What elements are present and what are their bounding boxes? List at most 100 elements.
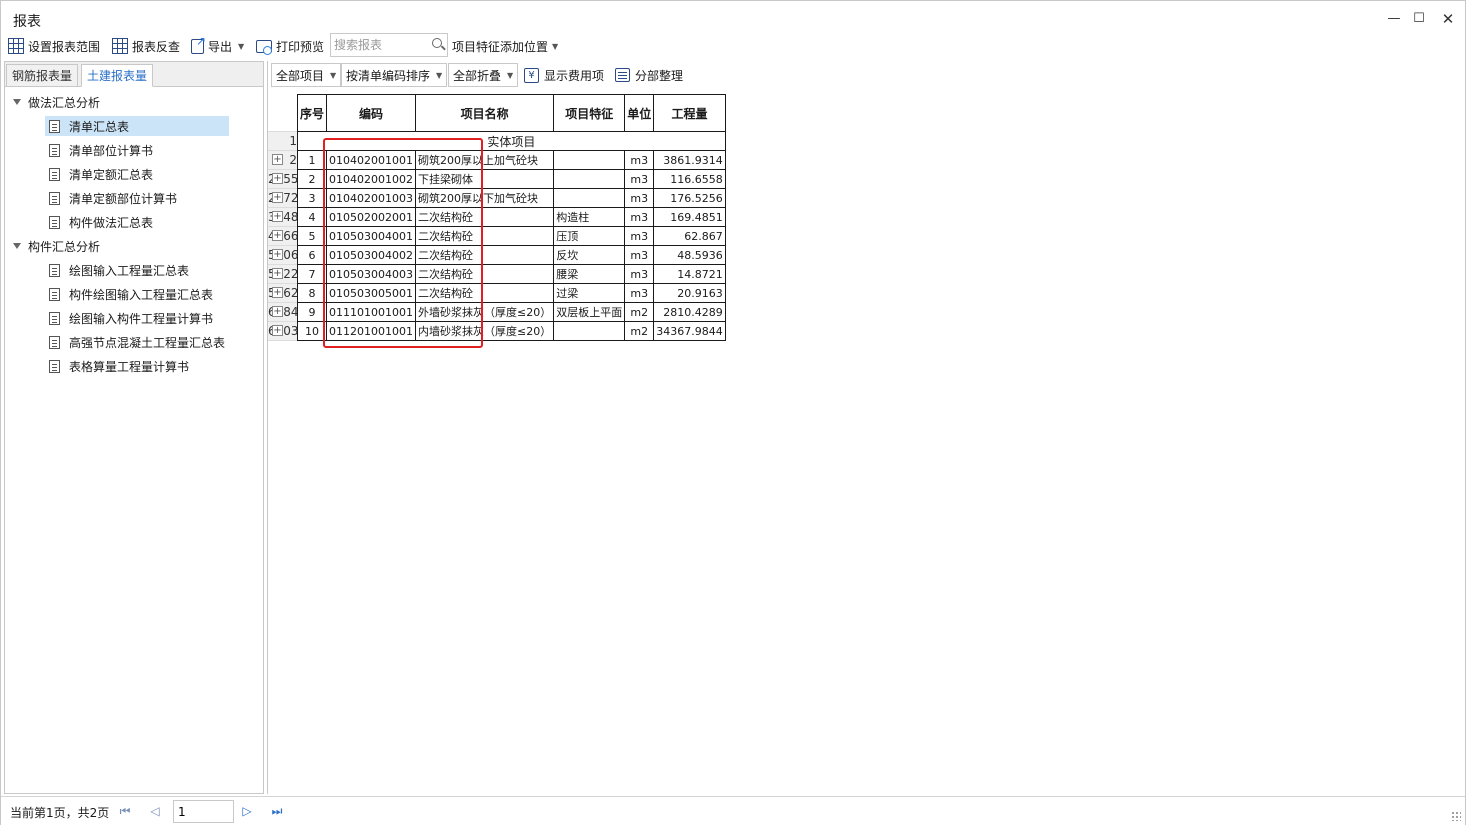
tree-item-bill-summary[interactable]: 清单汇总表 bbox=[45, 116, 229, 136]
cell-quantity[interactable]: 3861.9314 bbox=[653, 150, 726, 170]
cell-feature[interactable] bbox=[553, 321, 626, 341]
cell-code[interactable]: 011201001001 bbox=[326, 321, 416, 341]
show-fee-items-button[interactable]: ¥ 显示费用项 bbox=[524, 64, 604, 86]
tree-item-drawing-input-summary[interactable]: 绘图输入工程量汇总表 bbox=[45, 260, 197, 280]
next-page-icon[interactable]: ▷ bbox=[239, 803, 255, 819]
expand-triangle-icon[interactable] bbox=[13, 99, 21, 105]
expand-plus-icon[interactable]: + bbox=[272, 287, 283, 298]
cell-no[interactable]: +9 bbox=[272, 302, 328, 322]
cell-code[interactable]: 010503004001 bbox=[326, 226, 416, 246]
cell-no[interactable]: +4 bbox=[272, 207, 328, 227]
table-row[interactable]: +10 011201001001 内墙砂浆抹灰（厚度≤20） m2 34367.9844 bbox=[272, 321, 726, 341]
cell-code[interactable]: 010402001002 bbox=[326, 169, 416, 189]
expand-triangle-icon[interactable] bbox=[13, 243, 21, 249]
cell-name[interactable]: 二次结构砼 bbox=[414, 283, 555, 303]
expand-plus-icon[interactable]: + bbox=[272, 192, 283, 203]
cell-quantity[interactable]: 34367.9844 bbox=[653, 321, 726, 341]
cell-code[interactable]: 010503005001 bbox=[326, 283, 416, 303]
sub-arrange-button[interactable]: 分部整理 bbox=[615, 64, 683, 86]
close-button[interactable]: ✕ bbox=[1438, 9, 1458, 29]
tree-group-component-summary[interactable]: 构件汇总分析 bbox=[13, 235, 100, 257]
cell-no[interactable]: +2 bbox=[272, 169, 328, 189]
table-row[interactable]: +3 010402001003 砌筑200厚以下加气砼块 m3 176.5256 bbox=[272, 188, 726, 208]
first-page-icon[interactable]: ⏮ bbox=[117, 803, 133, 819]
tree-item-bill-location-calc[interactable]: 清单部位计算书 bbox=[45, 140, 161, 160]
cell-code[interactable]: 010503004002 bbox=[326, 245, 416, 265]
cell-code[interactable]: 011101001001 bbox=[326, 302, 416, 322]
cell-name[interactable]: 砌筑200厚以下加气砼块 bbox=[414, 188, 555, 208]
minimize-button[interactable]: — bbox=[1384, 9, 1404, 29]
expand-plus-icon[interactable]: + bbox=[272, 306, 283, 317]
report-reverse-check-button[interactable]: 报表反查 bbox=[112, 35, 180, 57]
cell-no[interactable]: +3 bbox=[272, 188, 328, 208]
cell-unit[interactable]: m3 bbox=[624, 169, 655, 189]
tree-group-method-summary[interactable]: 做法汇总分析 bbox=[13, 91, 100, 113]
cell-code[interactable]: 010402001003 bbox=[326, 188, 416, 208]
cell-no[interactable]: +10 bbox=[272, 321, 328, 341]
cell-name[interactable]: 二次结构砼 bbox=[414, 207, 555, 227]
set-report-range-button[interactable]: 设置报表范围 bbox=[8, 35, 100, 57]
cell-name[interactable]: 内墙砂浆抹灰（厚度≤20） bbox=[414, 321, 555, 341]
cell-feature[interactable] bbox=[553, 188, 626, 208]
cell-feature[interactable] bbox=[553, 150, 626, 170]
table-row[interactable]: +1 010402001001 砌筑200厚以上加气砼块 m3 3861.9314 bbox=[272, 150, 726, 170]
cell-no[interactable]: +8 bbox=[272, 283, 328, 303]
page-number-input[interactable] bbox=[173, 800, 234, 823]
expand-plus-icon[interactable]: + bbox=[272, 173, 283, 184]
expand-plus-icon[interactable]: + bbox=[272, 211, 283, 222]
cell-name[interactable]: 砌筑200厚以上加气砼块 bbox=[414, 150, 555, 170]
cell-feature[interactable]: 双层板上平面 bbox=[553, 302, 626, 322]
tree-item-bill-quota-summary[interactable]: 清单定额汇总表 bbox=[45, 164, 161, 184]
cell-unit[interactable]: m2 bbox=[624, 321, 655, 341]
cell-unit[interactable]: m3 bbox=[624, 264, 655, 284]
cell-name[interactable]: 二次结构砼 bbox=[414, 245, 555, 265]
cell-no[interactable]: +5 bbox=[272, 226, 328, 246]
cell-feature[interactable]: 构造柱 bbox=[553, 207, 626, 227]
tree-item-high-strength-node-summary[interactable]: 高强节点混凝土工程量汇总表 bbox=[45, 332, 233, 352]
cell-unit[interactable]: m3 bbox=[624, 150, 655, 170]
expand-plus-icon[interactable]: + bbox=[272, 154, 283, 165]
tree-item-drawing-component-calc[interactable]: 绘图输入构件工程量计算书 bbox=[45, 308, 221, 328]
cell-no[interactable]: +1 bbox=[272, 150, 328, 170]
table-row[interactable]: +7 010503004003 二次结构砼 腰梁 m3 14.8721 bbox=[272, 264, 726, 284]
cell-unit[interactable]: m3 bbox=[624, 188, 655, 208]
tree-item-table-calc[interactable]: 表格算量工程量计算书 bbox=[45, 356, 197, 376]
cell-feature[interactable]: 过梁 bbox=[553, 283, 626, 303]
cell-unit[interactable]: m3 bbox=[624, 207, 655, 227]
cell-feature[interactable] bbox=[553, 169, 626, 189]
cell-unit[interactable]: m3 bbox=[624, 226, 655, 246]
last-page-icon[interactable]: ⏭ bbox=[269, 803, 285, 819]
cell-feature[interactable]: 腰梁 bbox=[553, 264, 626, 284]
expand-plus-icon[interactable]: + bbox=[272, 325, 283, 336]
cell-quantity[interactable]: 2810.4289 bbox=[653, 302, 726, 322]
search-icon[interactable] bbox=[432, 38, 442, 48]
cell-unit[interactable]: m3 bbox=[624, 283, 655, 303]
prev-page-icon[interactable]: ◁ bbox=[147, 803, 163, 819]
collapse-all-dropdown[interactable]: 全部折叠 ▼ bbox=[448, 63, 519, 87]
cell-code[interactable]: 010502002001 bbox=[326, 207, 416, 227]
cell-name[interactable]: 下挂梁砌体 bbox=[414, 169, 555, 189]
cell-name[interactable]: 外墙砂浆抹灰（厚度≤20） bbox=[414, 302, 555, 322]
table-row[interactable]: +6 010503004002 二次结构砼 反坎 m3 48.5936 bbox=[272, 245, 726, 265]
cell-quantity[interactable]: 62.867 bbox=[653, 226, 726, 246]
resize-grip-icon[interactable] bbox=[1451, 811, 1461, 821]
tree-item-component-drawing-summary[interactable]: 构件绘图输入工程量汇总表 bbox=[45, 284, 221, 304]
table-row[interactable]: +4 010502002001 二次结构砼 构造柱 m3 169.4851 bbox=[272, 207, 726, 227]
cell-quantity[interactable]: 176.5256 bbox=[653, 188, 726, 208]
table-row[interactable]: +9 011101001001 外墙砂浆抹灰（厚度≤20） 双层板上平面 m2 2810.… bbox=[272, 302, 726, 322]
expand-plus-icon[interactable]: + bbox=[272, 268, 283, 279]
feature-position-dropdown[interactable]: 项目特征添加位置 ▼ bbox=[452, 35, 558, 57]
export-dropdown[interactable]: 导出 ▼ bbox=[191, 34, 244, 57]
cell-code[interactable]: 010402001001 bbox=[326, 150, 416, 170]
sort-by-code-dropdown[interactable]: 按清单编码排序 ▼ bbox=[341, 63, 448, 87]
cell-name[interactable]: 二次结构砼 bbox=[414, 226, 555, 246]
expand-plus-icon[interactable]: + bbox=[272, 249, 283, 260]
tab-rebar-report[interactable]: 钢筋报表量 bbox=[6, 64, 79, 87]
cell-quantity[interactable]: 116.6558 bbox=[653, 169, 726, 189]
all-items-dropdown[interactable]: 全部项目 ▼ bbox=[271, 63, 342, 87]
cell-quantity[interactable]: 14.8721 bbox=[653, 264, 726, 284]
cell-feature[interactable]: 反坎 bbox=[553, 245, 626, 265]
cell-unit[interactable]: m3 bbox=[624, 245, 655, 265]
table-row[interactable]: +5 010503004001 二次结构砼 压顶 m3 62.867 bbox=[272, 226, 726, 246]
cell-quantity[interactable]: 20.9163 bbox=[653, 283, 726, 303]
